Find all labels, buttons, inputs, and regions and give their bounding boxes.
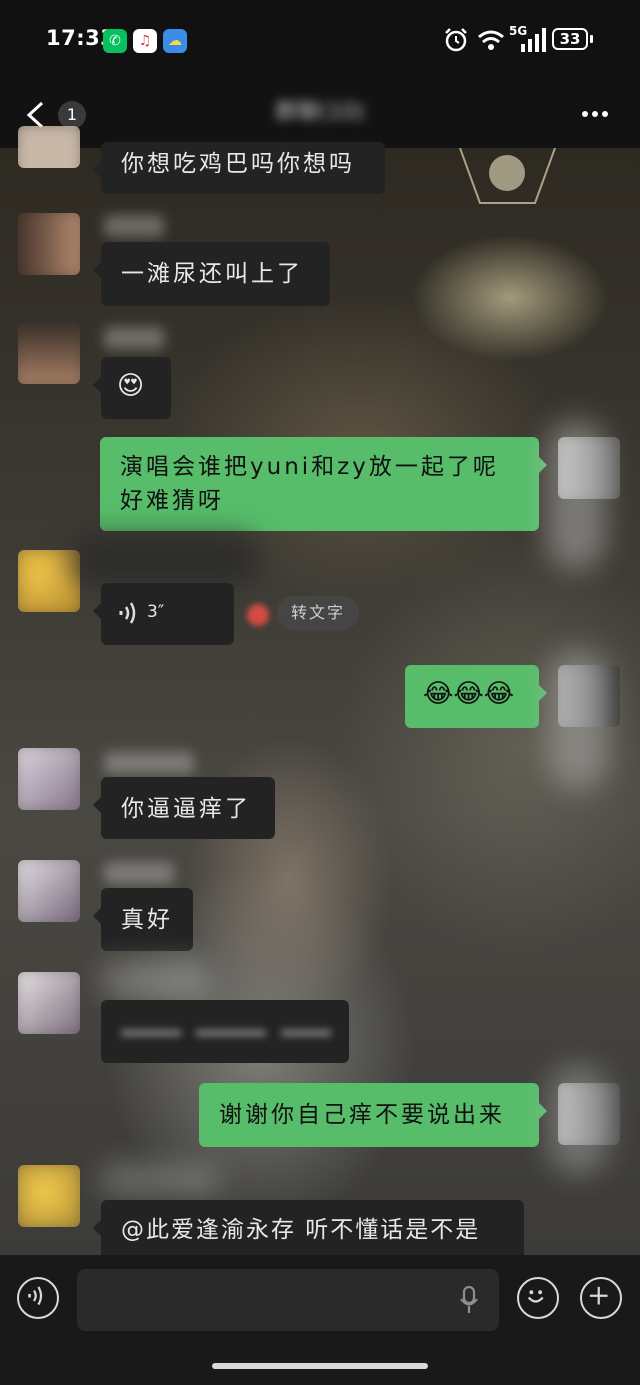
voice-wave-icon <box>119 602 136 624</box>
redaction-blur <box>546 420 606 570</box>
chat-header: 1 群聊(10) <box>0 80 640 148</box>
message-input[interactable] <box>77 1269 499 1331</box>
message-bubble[interactable]: 你逼逼痒了 <box>93 777 275 839</box>
redaction-smear <box>196 1030 266 1036</box>
weather-icon: ☁ <box>163 29 187 53</box>
transcribe-to-text-button[interactable]: 转文字 <box>277 596 359 630</box>
redaction-blur <box>100 1165 220 1195</box>
music-icon: ♫ <box>133 29 157 53</box>
avatar[interactable] <box>18 748 80 810</box>
sender-name <box>104 862 174 884</box>
sender-name <box>104 215 164 237</box>
voice-mode-button[interactable] <box>17 1277 59 1319</box>
avatar[interactable] <box>18 213 80 275</box>
mic-icon[interactable] <box>459 1286 479 1314</box>
more-button[interactable] <box>570 94 620 134</box>
message-line: 演唱会谁把yuni和zy放一起了呢 <box>120 454 499 480</box>
sender-name <box>104 327 164 349</box>
more-dots-icon <box>592 111 598 117</box>
avatar[interactable] <box>18 972 80 1034</box>
input-bar <box>0 1255 640 1385</box>
message-bubble[interactable]: 一滩尿还叫上了 <box>93 242 330 306</box>
chat-title: 群聊(10) <box>275 100 365 125</box>
sender-name <box>104 752 194 774</box>
alarm-icon <box>445 28 467 52</box>
avatar[interactable] <box>18 860 80 922</box>
avatar[interactable] <box>18 126 80 168</box>
message-bubble[interactable]: 😂😂😂 <box>405 665 547 728</box>
avatar[interactable] <box>18 322 80 384</box>
emoji-icon <box>527 1290 544 1303</box>
status-bar: 17:33 ✆ ♫ ☁ 5G 33 <box>0 0 640 80</box>
more-dots-icon <box>582 111 588 117</box>
message-line: 好难猜呀 <box>120 488 224 514</box>
more-dots-icon <box>602 111 608 117</box>
wifi-icon <box>478 30 504 50</box>
avatar[interactable] <box>18 1165 80 1227</box>
emoji: 😂😂😂 <box>423 679 515 709</box>
unread-count-badge: 1 <box>58 101 86 129</box>
voice-message-bubble[interactable]: 3″ <box>93 583 234 645</box>
voice-unread-dot <box>247 604 269 626</box>
redaction-smear <box>281 1030 331 1036</box>
cell-signal-icon <box>521 28 546 52</box>
lamp-shape <box>459 148 556 204</box>
message-bubble[interactable]: @此爱逢渝永存 听不懂话是不是 <box>93 1200 524 1260</box>
redacted-message-bubble[interactable] <box>101 1000 349 1063</box>
voice-mode-icon <box>28 1286 43 1306</box>
message-bubble[interactable]: 你想吃鸡巴吗你想吗 <box>93 142 385 194</box>
message-bubble[interactable]: 😍 <box>93 357 171 419</box>
battery-tip <box>590 35 593 43</box>
redaction-blur <box>100 960 210 1000</box>
message-bubble[interactable]: 真好 <box>93 888 193 951</box>
battery-indicator: 33 <box>552 28 588 50</box>
redaction-blur <box>548 1065 608 1175</box>
voice-duration: 3″ <box>147 602 165 622</box>
redaction-blur <box>70 535 260 585</box>
emoji-button[interactable] <box>517 1277 559 1319</box>
home-indicator[interactable] <box>212 1363 428 1369</box>
message-bubble[interactable]: 演唱会谁把yuni和zy放一起了呢 好难猜呀 <box>100 437 547 531</box>
redaction-smear <box>121 1030 181 1036</box>
phone-screen: 17:33 ✆ ♫ ☁ 5G 33 1 群聊(10) 你想吃鸡巴吗你想吗 一滩尿… <box>0 0 640 1385</box>
plus-icon <box>589 1286 608 1305</box>
wechat-icon: ✆ <box>103 29 127 53</box>
redaction-blur <box>548 650 608 790</box>
more-functions-button[interactable] <box>580 1277 622 1319</box>
emoji: 😍 <box>117 371 145 401</box>
message-bubble[interactable]: 谢谢你自己痒不要说出来 <box>199 1083 547 1147</box>
